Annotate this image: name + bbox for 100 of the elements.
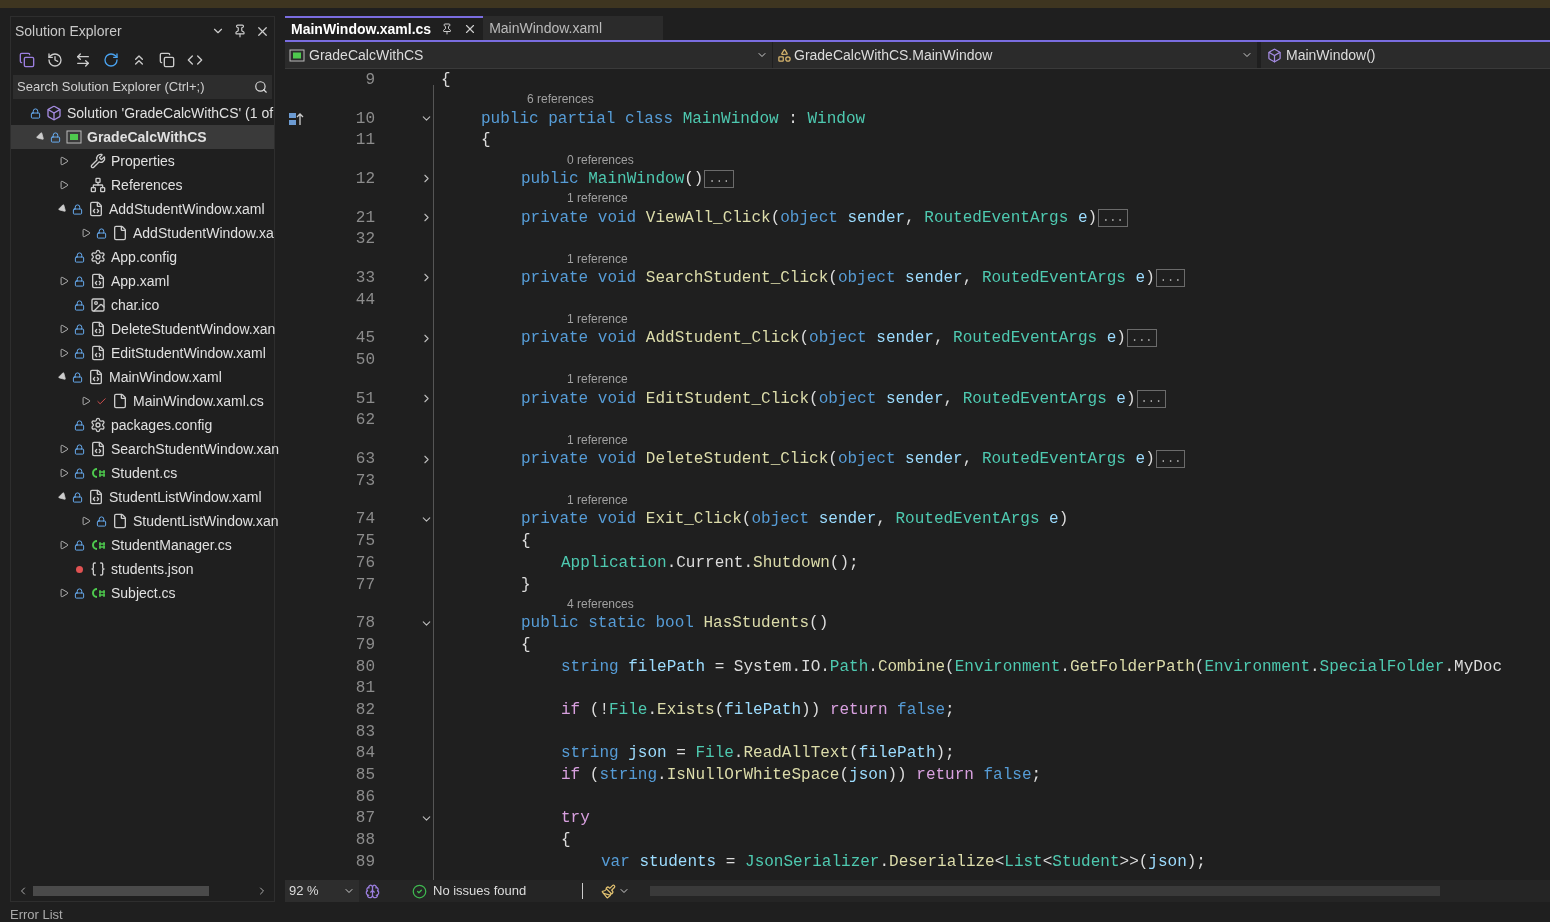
collapsed-arrow-icon[interactable] [59, 324, 69, 334]
class-icon [777, 47, 792, 63]
tree-item[interactable]: App.config [11, 245, 274, 269]
reference-count[interactable]: 6 references [527, 93, 594, 106]
line-number: 76 [354, 552, 375, 574]
tree-item[interactable]: DeleteStudentWindow.xan [11, 317, 274, 341]
tree-item[interactable]: GradeCalcWithCS [11, 125, 274, 149]
tree-item[interactable]: StudentManager.cs [11, 533, 274, 557]
file-icon [112, 393, 128, 409]
member-dropdown[interactable]: MainWindow() [1261, 42, 1550, 68]
collapsed-region-marker[interactable]: ... [704, 169, 735, 188]
collapsed-arrow-icon[interactable] [59, 276, 69, 286]
config-file-icon [90, 417, 106, 433]
expanded-arrow-icon[interactable] [57, 491, 69, 503]
tree-item-label: AddStudentWindow.xa [133, 223, 274, 243]
file-icon [112, 225, 128, 241]
tree-item[interactable]: Properties [11, 149, 274, 173]
code-line: { [521, 531, 531, 553]
collapsed-arrow-icon[interactable] [59, 444, 69, 454]
zoom-dropdown[interactable]: 92 % [285, 880, 359, 902]
collapsed-region-marker[interactable]: ... [1136, 389, 1167, 408]
panel-title: Solution Explorer [15, 21, 123, 41]
tree-item[interactable]: Subject.cs [11, 581, 274, 605]
file-icon [90, 345, 106, 361]
refresh-icon[interactable] [103, 52, 119, 68]
panel-title[interactable]: Error List [10, 908, 63, 922]
collapsed-arrow-icon[interactable] [81, 228, 91, 238]
collapsed-region-marker[interactable]: ... [1155, 268, 1186, 287]
reference-count[interactable]: 0 references [567, 153, 634, 166]
collapsed-arrow-icon[interactable] [81, 396, 91, 406]
tree-item-label: Student.cs [111, 463, 178, 483]
tree-item-label: GradeCalcWithCS [87, 127, 207, 147]
tree-item[interactable]: References [11, 173, 274, 197]
collapsed-arrow-icon[interactable] [59, 588, 69, 598]
project-dropdown[interactable]: GradeCalcWithCS [285, 42, 773, 68]
tree-item[interactable]: App.xaml [11, 269, 274, 293]
tree-item[interactable]: AddStudentWindow.xaml [11, 197, 274, 221]
pin-icon[interactable] [441, 23, 454, 35]
collapsed-arrow-icon[interactable] [81, 516, 91, 526]
line-number: 85 [354, 765, 375, 787]
collapsed-region-marker[interactable]: ... [1098, 208, 1128, 227]
expanded-arrow-icon[interactable] [35, 131, 47, 143]
tree-item[interactable]: students.json [11, 557, 274, 581]
json-file-icon [90, 561, 106, 577]
brush-icon[interactable] [601, 883, 617, 899]
tree-item[interactable]: char.ico [11, 293, 274, 317]
search-field[interactable]: Search Solution Explorer (Ctrl+;) [13, 75, 272, 99]
collapsed-arrow-icon[interactable] [59, 468, 69, 478]
csharp-file-icon [90, 467, 106, 479]
file-icon [88, 201, 104, 217]
tree-item[interactable]: AddStudentWindow.xa [11, 221, 274, 245]
line-number: 63 [354, 449, 375, 471]
search-icon[interactable] [254, 80, 268, 94]
reference-count[interactable]: 1 reference [567, 192, 628, 205]
code-line: { [521, 634, 531, 656]
solution-icon [46, 105, 62, 121]
collapsed-arrow-icon[interactable] [59, 540, 69, 550]
line-number: 51 [354, 388, 375, 410]
line-number: 78 [354, 613, 375, 635]
tree-item-label: Subject.cs [111, 583, 176, 603]
csharp-file-icon [90, 587, 106, 599]
reference-count[interactable]: 1 reference [567, 313, 628, 325]
tree-item-label: App.config [111, 247, 178, 267]
collapsed-arrow-icon[interactable] [59, 180, 69, 190]
expanded-arrow-icon[interactable] [57, 371, 69, 383]
pin-icon[interactable] [233, 24, 247, 38]
code-line: if (string.IsNullOrWhiteSpace(json)) return false; [561, 765, 1042, 787]
csharp-file-icon [90, 539, 106, 551]
arrows-icon[interactable] [75, 52, 91, 68]
tree-item[interactable]: Solution 'GradeCalcWithCS' (1 of [11, 101, 274, 125]
line-number: 84 [354, 743, 375, 765]
reference-count[interactable]: 1 reference [567, 373, 628, 386]
tree-item[interactable]: StudentListWindow.xaml [11, 485, 274, 509]
tree-item-label: App.xaml [111, 271, 170, 291]
tree-item[interactable]: packages.config [11, 413, 274, 437]
editor-tab[interactable]: MainWindow.xaml [483, 16, 664, 40]
collapsed-region-marker[interactable]: ... [1155, 450, 1186, 469]
reference-count[interactable]: 1 reference [567, 433, 628, 446]
implementation-marker-icon[interactable] [288, 111, 304, 126]
line-number: 82 [354, 699, 375, 721]
method-icon [1267, 47, 1282, 63]
reference-count[interactable]: 1 reference [567, 252, 628, 265]
collapsed-arrow-icon[interactable] [59, 156, 69, 166]
tree-item[interactable]: EditStudentWindow.xaml [11, 341, 274, 365]
issues-status[interactable]: No issues found [433, 881, 527, 901]
intellicode-icon[interactable] [365, 883, 380, 899]
wrench-icon [90, 153, 106, 169]
tree-item[interactable]: MainWindow.xaml [11, 365, 274, 389]
collapsed-region-marker[interactable]: ... [1126, 329, 1157, 348]
copy-icon[interactable] [159, 52, 175, 68]
history-icon[interactable] [47, 52, 63, 68]
tree-item[interactable]: Student.cs [11, 461, 274, 485]
code-icon[interactable] [187, 52, 203, 68]
line-number: 44 [354, 289, 375, 311]
reference-count[interactable]: 1 reference [567, 494, 628, 507]
reference-count[interactable]: 4 references [567, 597, 634, 610]
expanded-arrow-icon[interactable] [57, 203, 69, 215]
tree-item[interactable]: MainWindow.xaml.cs [11, 389, 274, 413]
type-dropdown[interactable]: GradeCalcWithCS.MainWindow [773, 42, 1261, 68]
collapsed-arrow-icon[interactable] [59, 348, 69, 358]
